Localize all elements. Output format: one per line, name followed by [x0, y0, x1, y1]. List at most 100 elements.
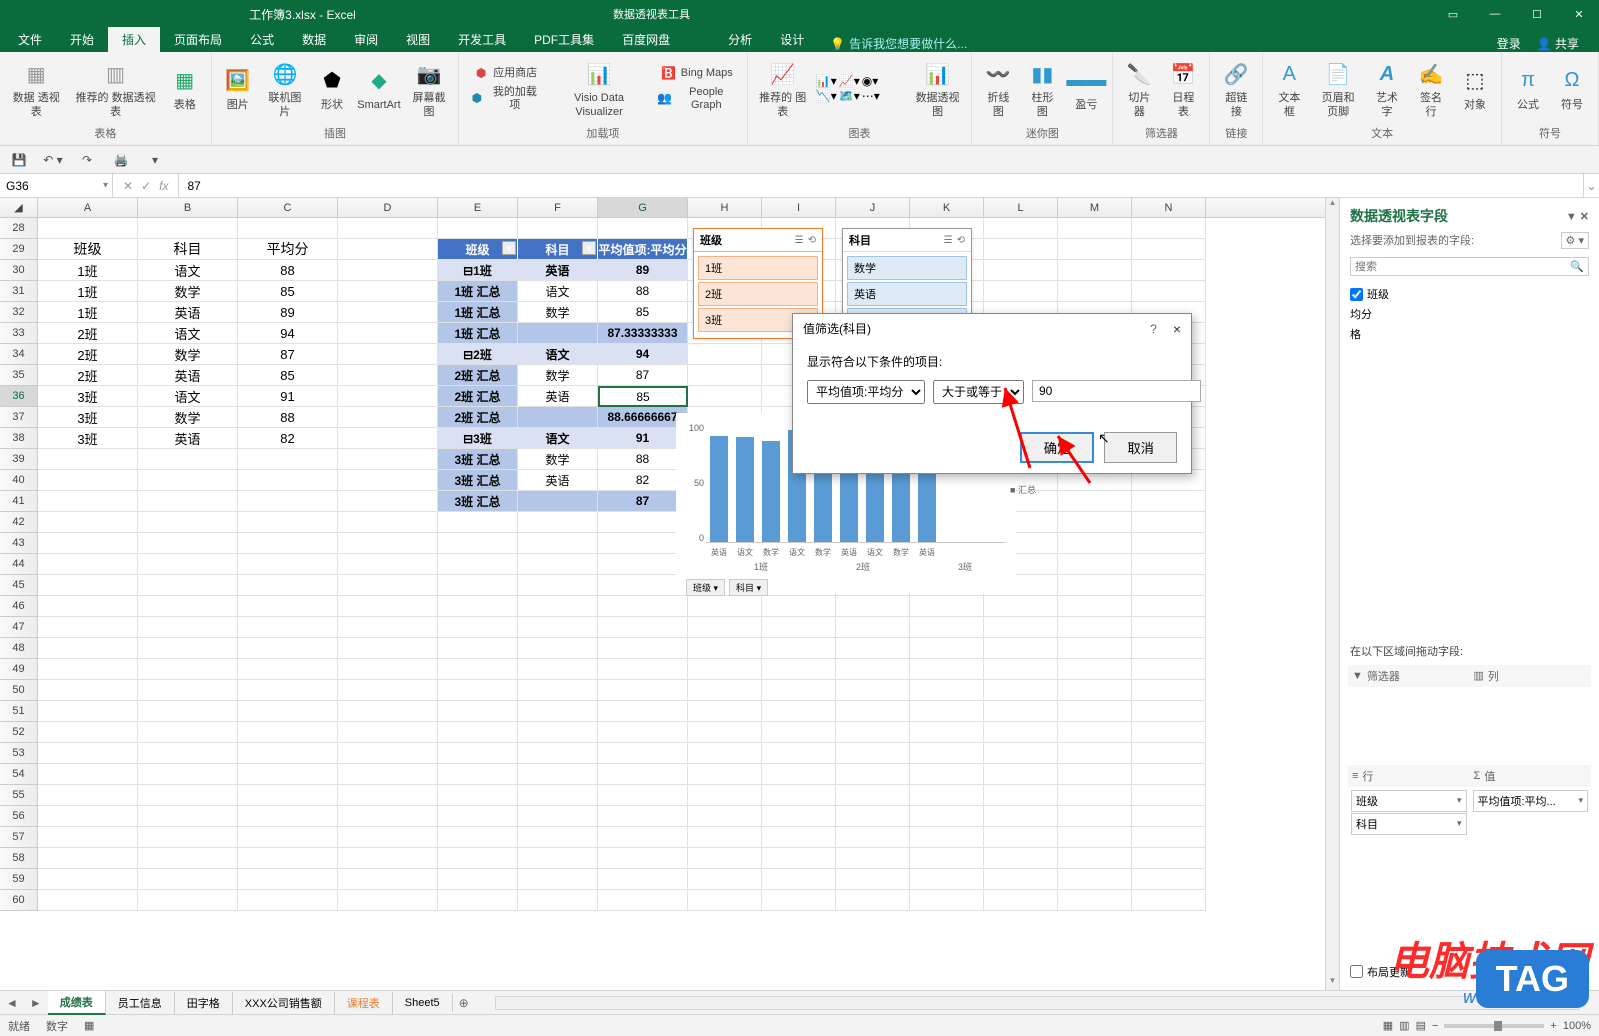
- row-header[interactable]: 60: [0, 890, 38, 911]
- slicer-item[interactable]: 1班: [698, 256, 818, 280]
- cell[interactable]: [1132, 806, 1206, 827]
- cell[interactable]: [438, 638, 518, 659]
- cell[interactable]: [438, 869, 518, 890]
- dialog-value-input[interactable]: [1032, 380, 1201, 402]
- cell[interactable]: [1132, 869, 1206, 890]
- view-page-icon[interactable]: ▥: [1399, 1019, 1409, 1032]
- cell[interactable]: [1058, 281, 1132, 302]
- row-header[interactable]: 54: [0, 764, 38, 785]
- filter-area[interactable]: ▼ 筛选器: [1348, 665, 1470, 765]
- cell[interactable]: [338, 890, 438, 911]
- cell[interactable]: [1132, 281, 1206, 302]
- field-item[interactable]: 均分: [1350, 304, 1589, 324]
- tab-design[interactable]: 设计: [766, 27, 818, 52]
- cell[interactable]: [138, 470, 238, 491]
- cell[interactable]: [836, 659, 910, 680]
- pivot-total[interactable]: 1班 汇总: [438, 281, 518, 302]
- cell[interactable]: [984, 785, 1058, 806]
- cell[interactable]: [1132, 533, 1206, 554]
- cell[interactable]: [238, 827, 338, 848]
- cell[interactable]: [338, 869, 438, 890]
- cell[interactable]: [38, 764, 138, 785]
- cell[interactable]: [984, 869, 1058, 890]
- pivot-total[interactable]: 87.33333333: [598, 323, 688, 344]
- cell[interactable]: [598, 575, 688, 596]
- row-header[interactable]: 30: [0, 260, 38, 281]
- cell[interactable]: [762, 680, 836, 701]
- view-break-icon[interactable]: ▤: [1416, 1019, 1426, 1032]
- column-header[interactable]: L: [984, 198, 1058, 217]
- cell[interactable]: [438, 827, 518, 848]
- row-pill[interactable]: 科目: [1351, 813, 1467, 835]
- formula-expand-icon[interactable]: ⌄: [1583, 174, 1599, 197]
- cell[interactable]: [836, 827, 910, 848]
- cell[interactable]: [238, 470, 338, 491]
- pivot-cell[interactable]: 85: [598, 302, 688, 323]
- cell[interactable]: [38, 827, 138, 848]
- column-header[interactable]: B: [138, 198, 238, 217]
- cell[interactable]: [238, 638, 338, 659]
- row-header[interactable]: 29: [0, 239, 38, 260]
- cell[interactable]: [38, 743, 138, 764]
- pivot-cell[interactable]: 88: [598, 281, 688, 302]
- cell[interactable]: [138, 533, 238, 554]
- pivot-chart-button[interactable]: 📊数据透视图: [910, 56, 966, 120]
- chart-type-icon[interactable]: 📉▾: [816, 89, 837, 103]
- recommended-charts-button[interactable]: 📈推荐的 图表: [754, 56, 812, 120]
- cell[interactable]: [984, 638, 1058, 659]
- cell[interactable]: [38, 680, 138, 701]
- sheet-tab[interactable]: 课程表: [335, 992, 393, 1014]
- cell[interactable]: [910, 890, 984, 911]
- pivot-group[interactable]: ⊟3班: [438, 428, 518, 449]
- table-cell[interactable]: 语文: [138, 386, 238, 407]
- row-header[interactable]: 42: [0, 512, 38, 533]
- rows-area[interactable]: ≡ 行 班级 科目: [1348, 765, 1470, 905]
- cell[interactable]: [518, 512, 598, 533]
- pivot-cell[interactable]: 语文: [518, 281, 598, 302]
- cell[interactable]: [688, 743, 762, 764]
- close-button[interactable]: ✕: [1559, 0, 1599, 28]
- dialog-cancel-button[interactable]: 取消: [1104, 432, 1177, 463]
- column-header[interactable]: J: [836, 198, 910, 217]
- cell[interactable]: [338, 638, 438, 659]
- cell[interactable]: [338, 680, 438, 701]
- cell[interactable]: [836, 785, 910, 806]
- row-header[interactable]: 45: [0, 575, 38, 596]
- values-area[interactable]: Σ 值 平均值项:平均...: [1470, 765, 1592, 905]
- slicer-item[interactable]: 英语: [847, 282, 967, 306]
- cell[interactable]: [38, 890, 138, 911]
- cell[interactable]: [438, 596, 518, 617]
- tab-insert[interactable]: 插入: [108, 27, 160, 52]
- cell[interactable]: [518, 533, 598, 554]
- cell[interactable]: [338, 743, 438, 764]
- cell[interactable]: [688, 869, 762, 890]
- pivot-group[interactable]: 语文: [518, 428, 598, 449]
- cell[interactable]: [338, 785, 438, 806]
- cell[interactable]: [138, 596, 238, 617]
- new-sheet-icon[interactable]: ⊕: [453, 996, 475, 1010]
- cell[interactable]: [1058, 827, 1132, 848]
- pivot-header[interactable]: 班级▾: [438, 239, 518, 260]
- cell[interactable]: [598, 701, 688, 722]
- ribbon-options-icon[interactable]: ▭: [1433, 0, 1473, 28]
- cell[interactable]: [762, 869, 836, 890]
- header-footer-button[interactable]: 📄页眉和页脚: [1313, 56, 1363, 120]
- cell[interactable]: [38, 617, 138, 638]
- table-cell[interactable]: 1班: [38, 260, 138, 281]
- table-cell[interactable]: 英语: [138, 302, 238, 323]
- cell[interactable]: [238, 869, 338, 890]
- sparkline-line-button[interactable]: 〰️折线图: [978, 56, 1018, 120]
- tab-review[interactable]: 审阅: [340, 27, 392, 52]
- cell[interactable]: [688, 827, 762, 848]
- cell[interactable]: [1132, 491, 1206, 512]
- cell[interactable]: [238, 491, 338, 512]
- sheet-tab[interactable]: 成绩表: [48, 991, 106, 1015]
- cell[interactable]: [138, 638, 238, 659]
- cell[interactable]: [438, 680, 518, 701]
- cell[interactable]: [836, 596, 910, 617]
- table-cell[interactable]: 语文: [138, 260, 238, 281]
- table-button[interactable]: ▦表格: [165, 63, 205, 114]
- cell[interactable]: [688, 596, 762, 617]
- online-pictures-button[interactable]: 🌐联机图片: [262, 56, 308, 120]
- slicer-item[interactable]: 2班: [698, 282, 818, 306]
